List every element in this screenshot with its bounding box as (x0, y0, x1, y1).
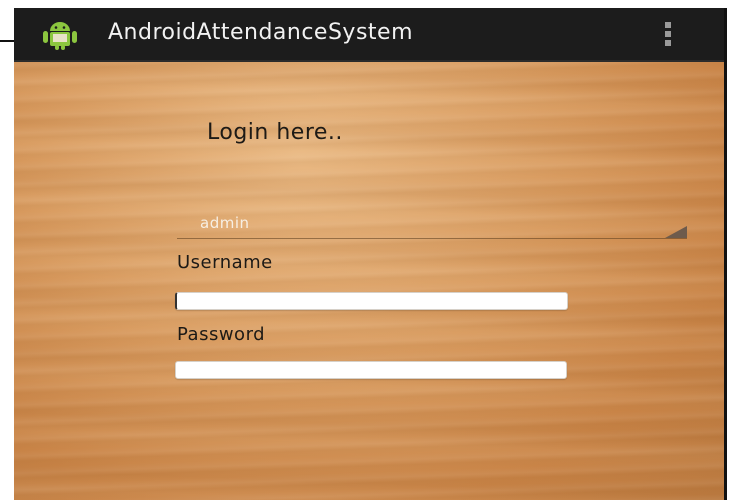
role-spinner[interactable]: admin (177, 210, 687, 239)
spinner-dropdown-icon (665, 226, 687, 238)
frame-edge-right (724, 8, 727, 500)
screenshot-frame: AndroidAttendanceSystem Login here.. adm… (0, 0, 730, 503)
password-input[interactable] (175, 361, 567, 379)
frame-edge-top (0, 40, 14, 42)
username-input[interactable] (175, 292, 568, 310)
action-bar: AndroidAttendanceSystem (14, 8, 724, 62)
password-label: Password (177, 324, 266, 345)
android-robot-icon[interactable] (42, 20, 78, 50)
role-spinner-value: admin (200, 214, 250, 232)
app-title: AndroidAttendanceSystem (108, 20, 414, 45)
app-screen: AndroidAttendanceSystem Login here.. adm… (14, 8, 724, 500)
username-label: Username (177, 252, 273, 273)
overflow-menu-icon[interactable] (660, 20, 676, 48)
login-heading: Login here.. (207, 120, 343, 145)
